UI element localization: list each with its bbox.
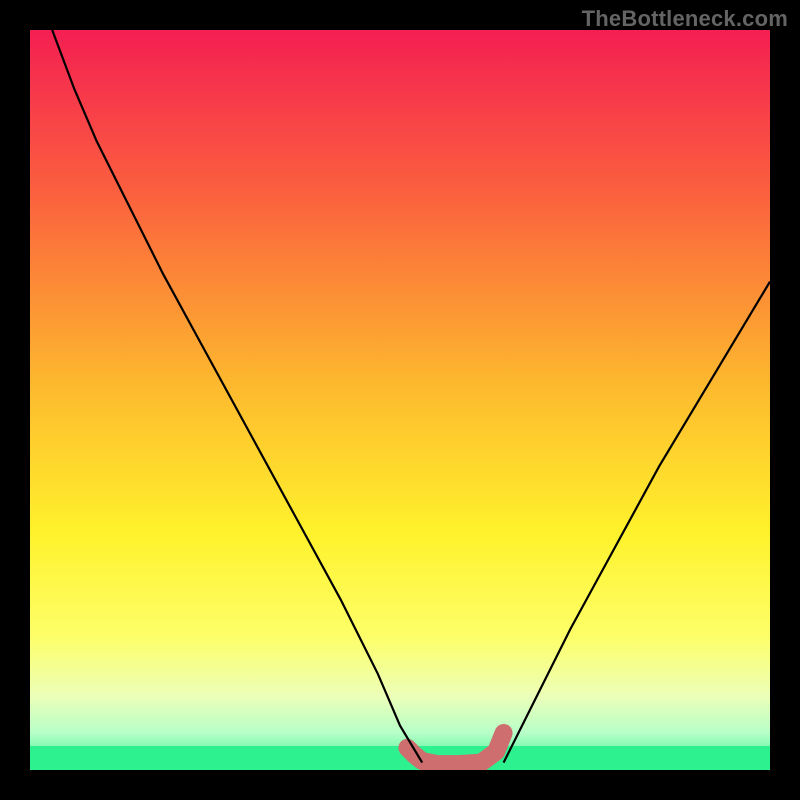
watermark-text: TheBottleneck.com (582, 6, 788, 32)
chart-area (30, 30, 770, 770)
chart-svg (30, 30, 770, 770)
gradient-background (30, 30, 770, 770)
outer-frame: TheBottleneck.com (0, 0, 800, 800)
